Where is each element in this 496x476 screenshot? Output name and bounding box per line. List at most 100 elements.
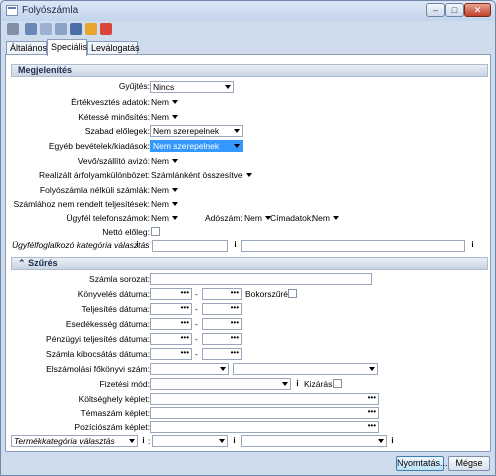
net-advance-checkbox[interactable] (151, 227, 160, 236)
tab-strip: Általános Speciális Leválogatás (5, 39, 491, 56)
section-filter[interactable]: ⌃ Szűrés (11, 257, 488, 270)
tax-select[interactable]: Nem (244, 212, 272, 224)
fin-from-field[interactable]: ••• (150, 333, 192, 345)
booked-date-label: Könyvelés dátuma: (77, 289, 150, 299)
issue-from-field[interactable]: ••• (150, 348, 192, 360)
perf-from-field[interactable]: ••• (150, 303, 192, 315)
perf-to-field[interactable]: ••• (202, 303, 242, 315)
collapse-icon: ⌃ (18, 258, 26, 268)
net-advance-label: Nettó előleg: (102, 227, 150, 237)
category-separator: : (145, 240, 148, 250)
info-icon: i (142, 436, 145, 445)
info-icon: i (296, 379, 299, 388)
product-category-select[interactable]: Termékkategória választás (11, 435, 138, 447)
print-button[interactable]: Nyomtatás... (396, 456, 448, 471)
preview-icon[interactable] (25, 23, 37, 35)
address-select[interactable]: Nem (312, 212, 340, 224)
range-dash: - (195, 334, 198, 344)
settings-panel: Megjelenítés Gyűjtés: Nincs Értékvesztés… (5, 54, 491, 452)
topic-field[interactable]: ••• (150, 407, 379, 419)
chevron-down-icon (282, 382, 288, 386)
category-code-field[interactable] (152, 240, 228, 252)
account-series-label: Számla sorozat: (89, 274, 150, 284)
phone-label: Ügyfél telefonszámok: (66, 213, 150, 223)
product-name-select[interactable] (241, 435, 387, 447)
info-icon: i (471, 240, 474, 249)
print-icon[interactable] (7, 23, 19, 35)
payment-select[interactable] (150, 378, 291, 390)
chevron-down-icon (332, 216, 339, 220)
export-icon[interactable] (85, 23, 97, 35)
no-invoice-label: Folyószámla nélküli számlák: (39, 185, 150, 195)
doubtful-select[interactable]: Nem (151, 111, 179, 123)
other-income-select[interactable]: Nem szerepelnek (150, 140, 243, 152)
title-bar: Folyószámla – □ ✕ (1, 1, 495, 21)
tab-special[interactable]: Speciális (47, 39, 87, 56)
chevron-down-icon (171, 216, 178, 220)
unassigned-select[interactable]: Nem (151, 198, 179, 210)
chevron-down-icon (369, 367, 375, 371)
fx-select[interactable]: Számlánként összesítve (151, 169, 253, 181)
minimize-button[interactable]: – (426, 3, 445, 17)
range-dash: - (195, 289, 198, 299)
ellipsis-icon: ••• (367, 407, 376, 416)
category-name-field[interactable] (241, 240, 465, 252)
free-advance-select[interactable]: Nem szerepelnek (150, 125, 243, 137)
address-label: Címadatok: (270, 213, 314, 223)
customer-select[interactable]: Nem (151, 155, 179, 167)
ellipsis-icon: ••• (230, 303, 239, 312)
issue-date-label: Számla kibocsátás dátuma: (46, 349, 150, 359)
tab-general[interactable]: Általános (6, 41, 47, 55)
calendar-icon[interactable] (40, 23, 52, 35)
window-title: Folyószámla (22, 5, 79, 16)
ellipsis-icon: ••• (367, 393, 376, 402)
fin-to-field[interactable]: ••• (202, 333, 242, 345)
value-loss-label: Értékvesztés adatok: (71, 97, 150, 107)
chevron-down-icon (378, 439, 384, 443)
position-field[interactable]: ••• (150, 421, 379, 433)
info-icon: i (234, 240, 237, 249)
ledger-name-select[interactable] (233, 363, 378, 375)
chevron-down-icon (171, 202, 178, 206)
chevron-down-icon (171, 100, 178, 104)
cancel-button[interactable]: Mégse (448, 456, 490, 471)
ellipsis-icon: ••• (230, 318, 239, 327)
issue-to-field[interactable]: ••• (202, 348, 242, 360)
cost-center-field[interactable]: ••• (150, 393, 379, 405)
exclusion-checkbox[interactable] (333, 379, 342, 388)
due-to-field[interactable]: ••• (202, 318, 242, 330)
tax-label: Adószám: (205, 213, 243, 223)
no-invoice-select[interactable]: Nem (151, 184, 179, 196)
info-icon: i (136, 240, 139, 249)
ellipsis-icon: ••• (180, 303, 189, 312)
ellipsis-icon: ••• (230, 333, 239, 342)
chart-icon[interactable] (100, 23, 112, 35)
tab-filtering[interactable]: Leválogatás (87, 41, 140, 55)
other-income-label: Egyéb bevételek/kiadások: (48, 141, 150, 151)
ellipsis-icon: ••• (367, 421, 376, 430)
topic-label: Témaszám képlet: (80, 408, 150, 418)
booked-from-field[interactable]: ••• (150, 288, 192, 300)
bokor-checkbox[interactable] (288, 289, 297, 298)
category-label: Ügyfélfoglalkozó kategória választás (12, 240, 150, 250)
maximize-button[interactable]: □ (445, 3, 464, 17)
due-from-field[interactable]: ••• (150, 318, 192, 330)
grouping-select[interactable]: Nincs (150, 81, 234, 93)
booked-to-field[interactable]: ••• (202, 288, 242, 300)
ledger-code-select[interactable] (150, 363, 229, 375)
value-loss-select[interactable]: Nem (151, 96, 179, 108)
close-button[interactable]: ✕ (464, 3, 491, 17)
report-icon[interactable] (70, 23, 82, 35)
phone-select[interactable]: Nem (151, 212, 179, 224)
ellipsis-icon: ••• (230, 288, 239, 297)
chevron-down-icon (225, 85, 231, 89)
section-display[interactable]: Megjelenítés (11, 64, 488, 77)
product-separator: : (148, 436, 151, 446)
product-code-select[interactable] (152, 435, 228, 447)
account-series-field[interactable] (150, 273, 372, 285)
range-dash: - (195, 349, 198, 359)
position-label: Pozíciószám képlet: (74, 422, 150, 432)
ellipsis-icon: ••• (180, 348, 189, 357)
list-icon[interactable] (55, 23, 67, 35)
range-dash: - (195, 304, 198, 314)
